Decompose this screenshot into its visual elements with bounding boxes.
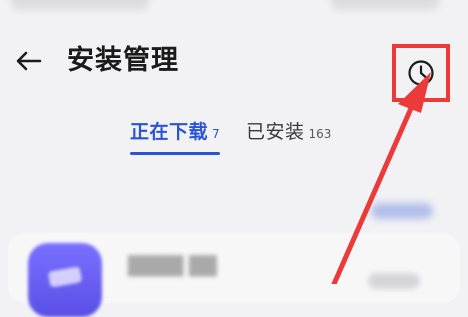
app-icon [28,243,102,317]
page-header: 安装管理 [0,28,468,102]
tab-downloading-label: 正在下载 [130,121,209,143]
tab-installed-label: 已安装 [246,121,305,143]
app-name-blurred: ████ ██ [128,256,217,277]
tab-installed[interactable]: 已安装 163 [246,112,331,158]
active-tab-indicator [130,152,220,155]
download-action-button[interactable] [368,273,420,289]
download-item-card[interactable]: ████ ██ [8,233,460,317]
status-bar [0,0,468,22]
clock-icon [408,60,434,86]
arrow-left-icon[interactable] [14,46,44,76]
page-title: 安装管理 [67,45,179,76]
graduation-cap-icon [47,266,83,288]
tab-installed-count: 163 [308,127,332,141]
history-button[interactable] [392,44,450,102]
install-tabs: 正在下载 7 已安装 163 [0,112,468,158]
status-bar-left [10,0,150,10]
pause-all-link[interactable] [371,203,433,219]
tab-downloading-count: 7 [212,127,220,141]
status-bar-right [330,0,440,10]
arrow-left-svg [16,51,42,71]
